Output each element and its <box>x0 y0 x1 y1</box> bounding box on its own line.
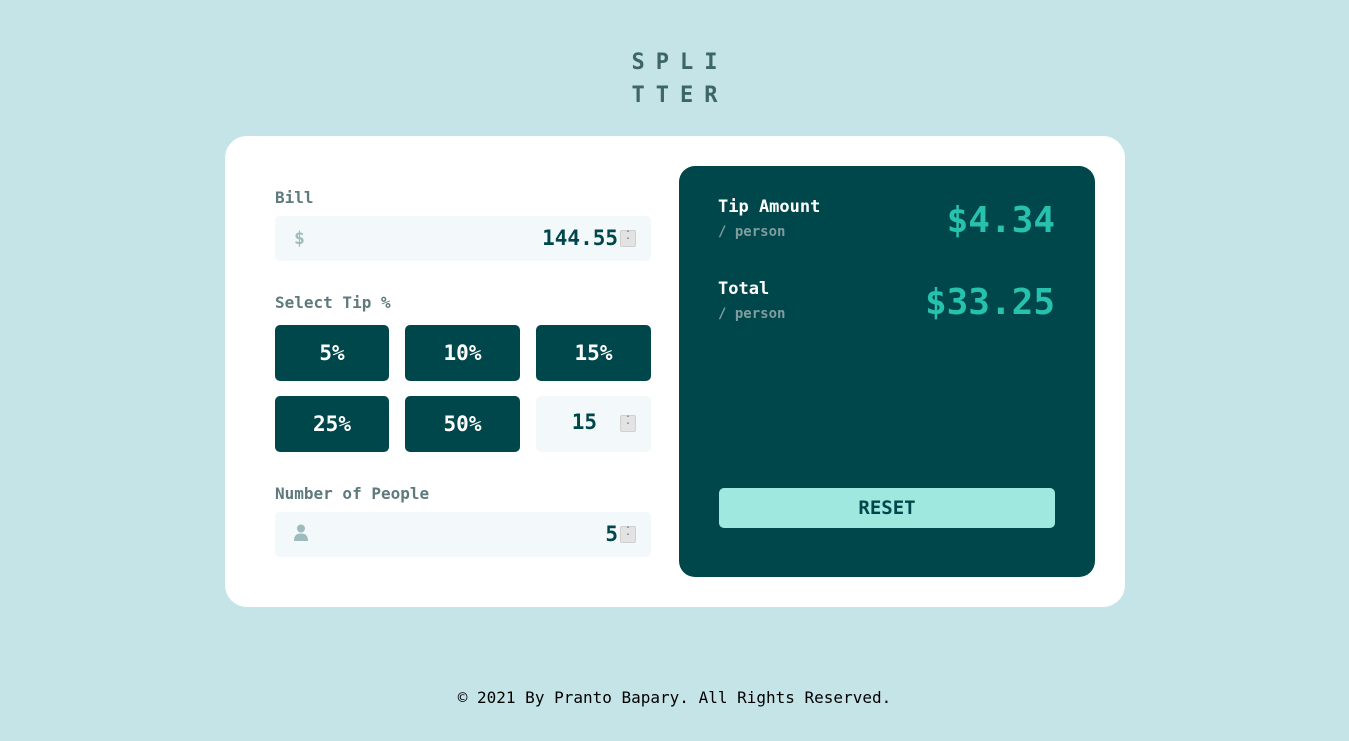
person-icon <box>294 524 308 546</box>
reset-button[interactable]: RESET <box>719 488 1055 528</box>
tip-label: Select Tip % <box>275 293 391 312</box>
logo-line-1: SPLI <box>631 50 729 75</box>
chevron-down-icon[interactable]: ˇ <box>621 423 635 431</box>
people-value[interactable]: 5 <box>605 522 618 546</box>
tip-button-15[interactable]: 15% <box>536 325 651 381</box>
people-stepper[interactable]: ˆ ˇ <box>620 526 636 543</box>
people-label: Number of People <box>275 484 430 503</box>
chevron-down-icon[interactable]: ˇ <box>621 534 635 542</box>
calculator-card: Bill $ 144.55 ˆ ˇ Select Tip % 5% 10% 15… <box>225 136 1125 607</box>
tip-button-5[interactable]: 5% <box>275 325 389 381</box>
people-input[interactable]: 5 ˆ ˇ <box>275 512 651 557</box>
logo-line-2: TTER <box>631 83 729 108</box>
tip-custom-stepper[interactable]: ˆ ˇ <box>620 415 636 432</box>
tip-button-25[interactable]: 25% <box>275 396 389 452</box>
tip-custom-value[interactable]: 15 <box>572 410 597 434</box>
dollar-icon: $ <box>294 228 305 249</box>
tip-amount-sub: / person <box>718 224 786 240</box>
tip-custom-input[interactable]: 15 ˆ ˇ <box>536 396 651 452</box>
total-value: $33.25 <box>924 282 1055 323</box>
tip-amount-title: Tip Amount <box>718 197 821 217</box>
tip-amount-value: $4.34 <box>946 200 1055 241</box>
bill-label: Bill <box>275 188 314 207</box>
tip-button-10[interactable]: 10% <box>405 325 520 381</box>
total-sub: / person <box>718 306 786 322</box>
total-title: Total <box>718 279 770 299</box>
logo: SPLI TTER <box>0 46 1349 112</box>
chevron-down-icon[interactable]: ˇ <box>621 238 635 246</box>
results-panel: Tip Amount / person $4.34 Total / person… <box>679 166 1095 577</box>
bill-value[interactable]: 144.55 <box>542 226 618 250</box>
bill-input[interactable]: $ 144.55 ˆ ˇ <box>275 216 651 261</box>
tip-button-50[interactable]: 50% <box>405 396 520 452</box>
footer: © 2021 By Pranto Bapary. All Rights Rese… <box>457 688 892 707</box>
bill-stepper[interactable]: ˆ ˇ <box>620 230 636 247</box>
